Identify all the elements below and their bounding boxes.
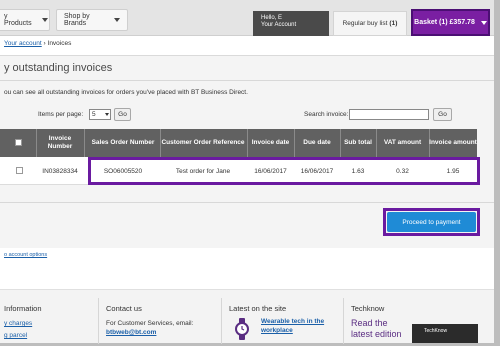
footer-latest-heading: Latest on the site (229, 304, 287, 313)
footer-techknow-line1: Read the (351, 318, 388, 328)
column-header-customer-order-reference: Customer Order Reference (161, 139, 245, 146)
footer-article-link-cont[interactable]: workplace (261, 327, 293, 334)
account-label: Your Account (261, 22, 297, 28)
footer-divider (343, 298, 344, 344)
breadcrumb-your-account-link[interactable]: Your account (4, 40, 42, 47)
footer-techknow-heading: Techknow (351, 304, 385, 313)
footer-divider (221, 298, 222, 344)
column-header-invoice-amount: Invoice amount (429, 139, 477, 146)
search-go-button[interactable]: Go (433, 108, 452, 121)
table-controls: Items per page: 5 Go Search invoice: Go (0, 105, 460, 125)
footer-email-link[interactable]: btbweb@bt.com (106, 329, 156, 336)
footer-charges-link[interactable]: y charges (4, 320, 32, 327)
divider (0, 202, 494, 203)
account-button[interactable]: Hello, E Your Account (253, 11, 329, 36)
items-per-page-select[interactable]: 5 (89, 109, 111, 120)
buy-list-label: Regular buy list (342, 20, 388, 27)
column-header-vat-amount: VAT amount (383, 139, 422, 146)
proceed-label: Proceed to payment (402, 218, 461, 226)
divider (0, 80, 494, 81)
footer-divider (98, 298, 99, 344)
chevron-down-icon (105, 113, 109, 116)
go-label: Go (438, 111, 447, 118)
chevron-down-icon (480, 20, 487, 25)
invoice-table-header: Invoice Number Sales Order Number Custom… (0, 129, 477, 157)
techknow-magazine-image[interactable]: TechKnow (412, 324, 478, 343)
footer-article-link[interactable]: Wearable tech in the (261, 318, 324, 325)
items-per-page-go-button[interactable]: Go (114, 108, 131, 121)
breadcrumb: Your account › Invoices (4, 40, 71, 47)
footer-contact-text: For Customer Services, email: (106, 320, 194, 327)
basket-label: Basket (1) £357.78 (414, 19, 475, 26)
items-per-page-value: 5 (92, 111, 96, 118)
products-menu-label: y Products (4, 13, 32, 27)
shop-by-products-menu[interactable]: y Products (0, 9, 50, 31)
footer-contact-heading: Contact us (106, 304, 142, 313)
items-per-page-label: Items per page: (38, 111, 84, 118)
footer-information-heading: Information (4, 304, 42, 313)
row-highlight-box (88, 157, 480, 185)
chevron-down-icon (41, 18, 48, 22)
column-header-sub-total: Sub total (344, 139, 372, 146)
account-greeting: Hello, E (261, 15, 283, 21)
brands-menu-label: Shop by Brands (64, 13, 90, 27)
column-header-due-date: Due date (303, 139, 331, 146)
row-select-checkbox[interactable] (16, 167, 23, 174)
search-invoice-label: Search invoice: (304, 111, 349, 118)
chevron-down-icon (114, 18, 120, 22)
column-divider (84, 129, 85, 157)
cell-invoice-number: IN03828334 (42, 167, 78, 175)
breadcrumb-current: Invoices (47, 40, 72, 47)
footer-parcel-link[interactable]: g parcel (4, 332, 27, 339)
techknow-badge: TechKnow (424, 328, 448, 334)
go-label: Go (118, 111, 127, 118)
column-header-sales-order-number: Sales Order Number (91, 139, 155, 146)
smartwatch-icon (235, 318, 249, 340)
shop-by-brands-menu[interactable]: Shop by Brands (56, 9, 128, 31)
search-invoice-input[interactable] (349, 109, 429, 120)
buy-list-count: (1) (389, 20, 398, 27)
regular-buy-list-button[interactable]: Regular buy list (1) (333, 11, 407, 36)
intro-text: ou can see all outstanding invoices for … (4, 89, 248, 96)
select-all-checkbox[interactable] (15, 139, 22, 146)
breadcrumb-separator: › (43, 40, 46, 47)
column-header-invoice-number: Invoice Number (47, 135, 73, 150)
column-header-invoice-date: Invoice date (251, 139, 290, 146)
basket-button[interactable]: Basket (1) £357.78 (411, 9, 490, 36)
page-title: y outstanding invoices (4, 62, 113, 74)
proceed-to-payment-button[interactable]: Proceed to payment (387, 212, 476, 232)
footer-techknow-line2: latest edition (351, 329, 402, 339)
account-options-link[interactable]: o account options (4, 252, 47, 258)
